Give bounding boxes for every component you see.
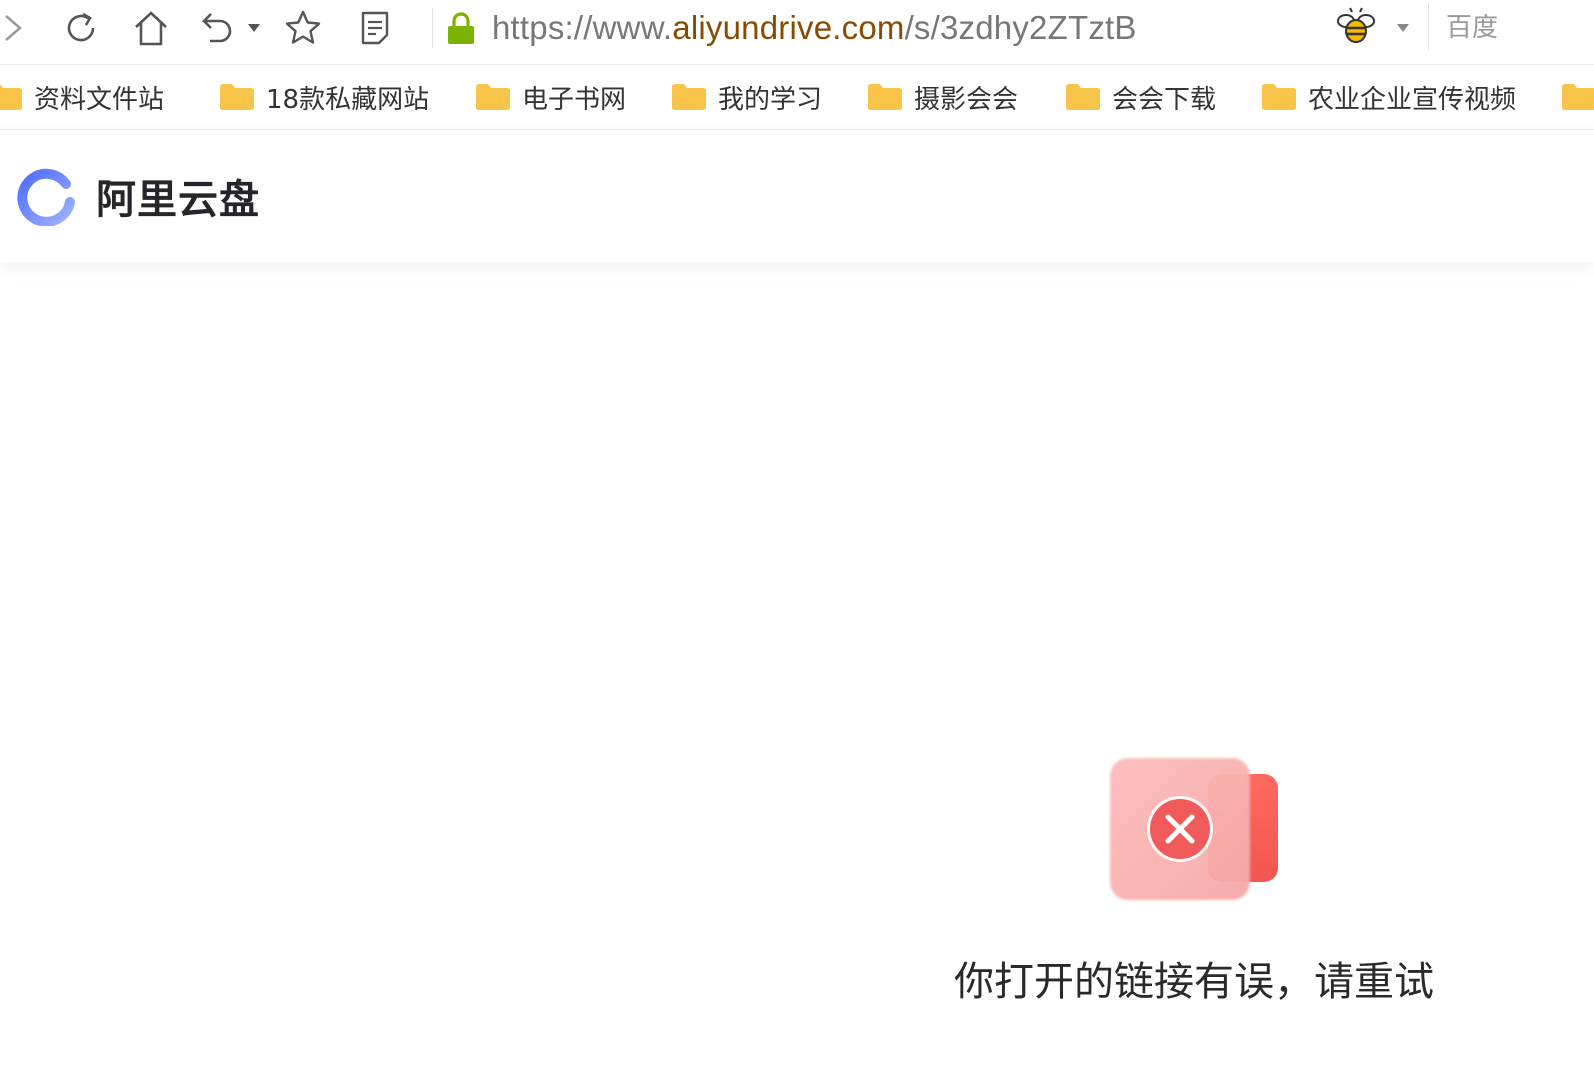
- caret-down-icon: [248, 24, 260, 32]
- caret-down-icon: [1397, 24, 1409, 32]
- url-path: /s/3zdhy2ZTztB: [904, 9, 1137, 46]
- brand-link[interactable]: 阿里云盘: [16, 166, 260, 226]
- url-prefix: https://www.: [492, 9, 673, 46]
- folder-icon: [1066, 84, 1100, 110]
- undo-menu-button[interactable]: [244, 6, 264, 50]
- extension-button[interactable]: [1334, 6, 1378, 54]
- bookmark-folder[interactable]: 18款私藏网站: [220, 65, 429, 129]
- bookmark-label: 资料文件站: [34, 84, 165, 115]
- reload-button[interactable]: [58, 6, 104, 50]
- error-illustration: [1108, 756, 1280, 902]
- bookmarks-bar: 资料文件站 18款私藏网站 电子书网 我的学习 摄影会会 会会下载 农业企业宣传…: [0, 65, 1594, 130]
- bookmark-folder[interactable]: 摄影会会: [868, 65, 1018, 129]
- folder-icon: [1562, 84, 1594, 110]
- reader-icon: [361, 11, 389, 45]
- bookmark-overflow[interactable]: [1562, 65, 1594, 129]
- app-header: 阿里云盘: [0, 130, 1594, 262]
- folder-icon: [1262, 84, 1296, 110]
- home-button[interactable]: [128, 6, 174, 50]
- reload-icon: [67, 12, 95, 42]
- bookmark-folder[interactable]: 资料文件站: [0, 65, 164, 129]
- bookmark-folder[interactable]: 农业企业宣传视频: [1262, 65, 1516, 129]
- search-box[interactable]: 百度: [1446, 8, 1498, 48]
- bookmark-label: 摄影会会: [914, 84, 1019, 115]
- bookmark-folder[interactable]: 我的学习: [672, 65, 822, 129]
- lock-icon[interactable]: [446, 12, 476, 50]
- folder-icon: [868, 84, 902, 110]
- reader-mode-button[interactable]: [352, 6, 398, 50]
- undo-icon: [202, 13, 232, 43]
- folder-icon: [476, 84, 510, 110]
- home-icon: [135, 11, 167, 46]
- folder-icon: [0, 84, 22, 110]
- error-message: 你打开的链接有误，请重试: [954, 959, 1434, 1005]
- bee-icon: [1337, 7, 1375, 43]
- star-icon: [285, 10, 321, 44]
- bookmark-label: 电子书网: [522, 84, 627, 115]
- bookmark-folder[interactable]: 会会下载: [1066, 65, 1216, 129]
- address-bar[interactable]: https://www.aliyundrive.com/s/3zdhy2ZTzt…: [492, 6, 1137, 50]
- bookmark-label: 会会下载: [1112, 84, 1217, 115]
- bookmark-label: 我的学习: [718, 84, 823, 115]
- chevron-right-icon: [5, 15, 22, 41]
- url-domain: aliyundrive.com: [672, 9, 905, 46]
- forward-button[interactable]: [0, 6, 26, 50]
- browser-toolbar: https://www.aliyundrive.com/s/3zdhy2ZTzt…: [0, 0, 1594, 65]
- bookmark-folder[interactable]: 电子书网: [476, 65, 626, 129]
- aliyundrive-logo-icon: [17, 168, 75, 226]
- bookmark-label: 农业企业宣传视频: [1308, 84, 1517, 115]
- search-divider: [1428, 4, 1429, 50]
- undo-close-button[interactable]: [194, 6, 238, 50]
- error-x-icon: [1147, 796, 1213, 862]
- folder-icon: [220, 84, 254, 110]
- bookmark-label: 18款私藏网站: [266, 84, 430, 115]
- favorite-button[interactable]: [280, 6, 326, 50]
- folder-icon: [672, 84, 706, 110]
- brand-name: 阿里云盘: [96, 177, 260, 223]
- extension-menu-button[interactable]: [1396, 18, 1410, 37]
- toolbar-divider: [432, 8, 433, 48]
